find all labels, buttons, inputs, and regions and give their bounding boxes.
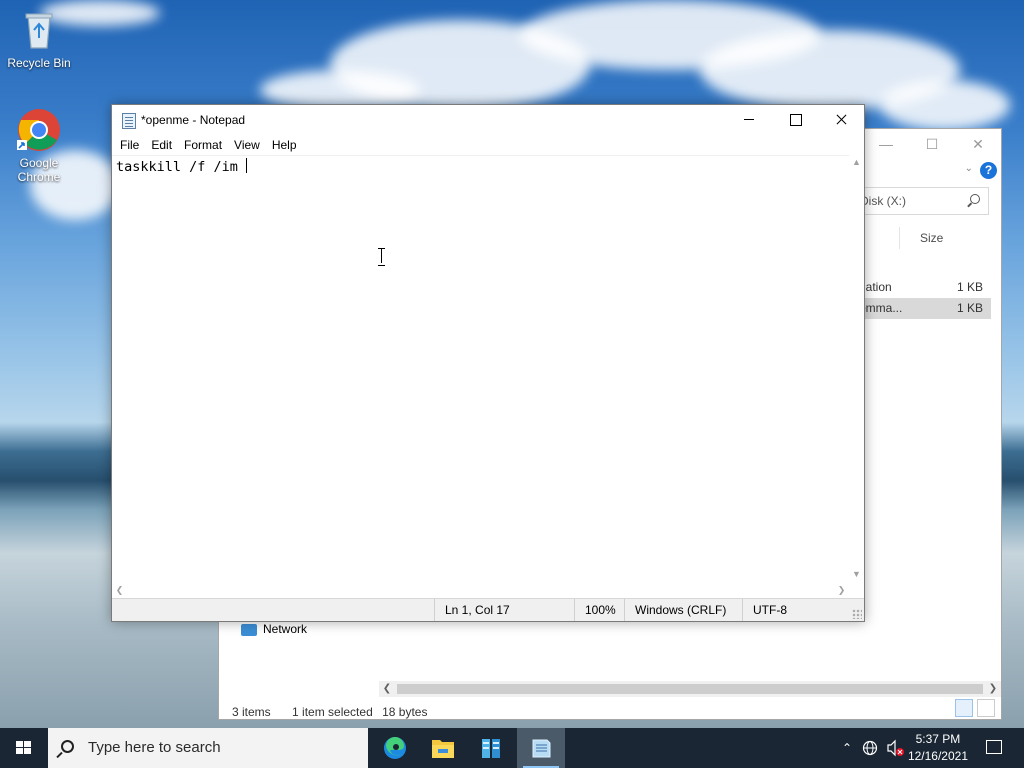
scroll-down-icon[interactable]: ▼ (849, 567, 864, 582)
notepad-titlebar[interactable]: *openme - Notepad (112, 105, 864, 135)
chevron-down-icon[interactable]: ⌄ (965, 163, 973, 174)
chrome-icon (17, 108, 61, 152)
taskbar: Type here to search ⌃ 5:37 PM 12/16/2021 (0, 728, 1024, 768)
item-count: 3 items (232, 705, 271, 719)
explorer-search-input[interactable]: Disk (X:) (853, 187, 989, 215)
explorer-status-bar: 3 items 1 item selected 18 bytes (232, 703, 445, 721)
desktop-icon-recycle-bin[interactable]: Recycle Bin (1, 8, 77, 70)
notepad-window[interactable]: *openme - Notepad File Edit Format View Help… (111, 104, 865, 622)
notepad-icon (122, 113, 136, 129)
help-icon[interactable]: ? (980, 162, 997, 179)
desktop-icon-google-chrome[interactable]: Google Chrome (1, 108, 77, 184)
desktop-icon-label: Google Chrome (17, 156, 61, 184)
notepad-icon (532, 739, 551, 758)
text-editor[interactable]: taskkill /f /im (112, 155, 849, 582)
encoding: UTF-8 (742, 599, 852, 621)
details-view-icon[interactable] (955, 699, 973, 717)
explorer-horizontal-scrollbar[interactable]: ❮ ❯ (379, 681, 1001, 697)
text-caret (246, 158, 248, 173)
ibeam-cursor-icon (378, 248, 385, 266)
minimize-button[interactable] (726, 105, 772, 135)
scroll-right-icon[interactable]: ❯ (985, 681, 1001, 697)
zoom-level: 100% (574, 599, 624, 621)
view-toggle[interactable] (951, 699, 995, 720)
edge-icon (384, 737, 406, 759)
start-button[interactable] (0, 728, 48, 768)
server-manager-icon (482, 739, 500, 758)
file-explorer-icon (432, 740, 454, 758)
horizontal-scrollbar[interactable]: ❮ ❯ (112, 582, 849, 598)
file-name: omma... (859, 301, 903, 315)
line-ending: Windows (CRLF) (624, 599, 742, 621)
menu-bar: File Edit Format View Help (112, 135, 864, 155)
window-title: *openme - Notepad (141, 113, 246, 127)
taskbar-app-edge[interactable] (371, 728, 419, 768)
taskbar-app-file-explorer[interactable] (419, 728, 467, 768)
file-size: 1 KB (956, 280, 983, 294)
close-button[interactable] (818, 105, 864, 135)
search-icon (970, 194, 980, 204)
scrollbar-thumb[interactable] (397, 684, 983, 694)
nav-item-label: Network (263, 622, 308, 636)
taskbar-app-server-manager[interactable] (467, 728, 515, 768)
taskbar-search-input[interactable]: Type here to search (48, 728, 368, 768)
explorer-minimize-button[interactable]: — (863, 129, 909, 159)
scroll-right-icon[interactable]: ❯ (834, 582, 849, 598)
network-icon (241, 623, 257, 636)
column-header-size[interactable]: Size (899, 227, 989, 249)
scroll-up-icon[interactable]: ▲ (849, 155, 864, 170)
menu-format[interactable]: Format (178, 135, 228, 155)
scroll-left-icon[interactable]: ❮ (379, 681, 395, 697)
menu-edit[interactable]: Edit (145, 135, 178, 155)
system-clock[interactable]: 5:37 PM 12/16/2021 (908, 731, 968, 765)
editor-text: taskkill /f /im (116, 159, 247, 175)
selection-count: 1 item selected (292, 705, 373, 719)
status-bar: Ln 1, Col 17 100% Windows (CRLF) UTF-8 (112, 598, 864, 621)
scroll-left-icon[interactable]: ❮ (112, 582, 127, 598)
vertical-scrollbar[interactable]: ▲ ▼ (849, 155, 864, 582)
resize-grip-icon[interactable] (852, 609, 862, 619)
network-globe-icon[interactable] (860, 728, 880, 768)
desktop-icon-label: Recycle Bin (7, 56, 71, 70)
explorer-maximize-button[interactable]: ☐ (909, 129, 955, 159)
menu-file[interactable]: File (114, 135, 145, 155)
recycle-bin-icon (17, 8, 61, 52)
nav-item-network[interactable]: Network (241, 621, 307, 637)
windows-logo-icon (16, 741, 32, 755)
explorer-search-placeholder: Disk (X:) (860, 194, 906, 208)
menu-view[interactable]: View (228, 135, 266, 155)
clock-date: 12/16/2021 (907, 749, 968, 763)
taskbar-app-notepad[interactable] (517, 728, 565, 768)
large-icons-view-icon[interactable] (977, 699, 995, 717)
volume-muted-icon[interactable] (884, 728, 906, 768)
file-size: 1 KB (956, 301, 983, 315)
explorer-close-button[interactable]: ✕ (955, 129, 1001, 159)
cursor-position: Ln 1, Col 17 (434, 599, 574, 621)
selection-size: 18 bytes (382, 705, 428, 719)
menu-help[interactable]: Help (266, 135, 303, 155)
editor-content: taskkill /f /im (116, 158, 248, 176)
search-icon (61, 740, 74, 753)
show-hidden-icons-icon[interactable]: ⌃ (838, 728, 856, 768)
maximize-button[interactable] (772, 105, 818, 135)
notification-icon[interactable] (986, 740, 1002, 754)
taskbar-search-placeholder: Type here to search (88, 739, 221, 756)
clock-time: 5:37 PM (915, 732, 961, 746)
